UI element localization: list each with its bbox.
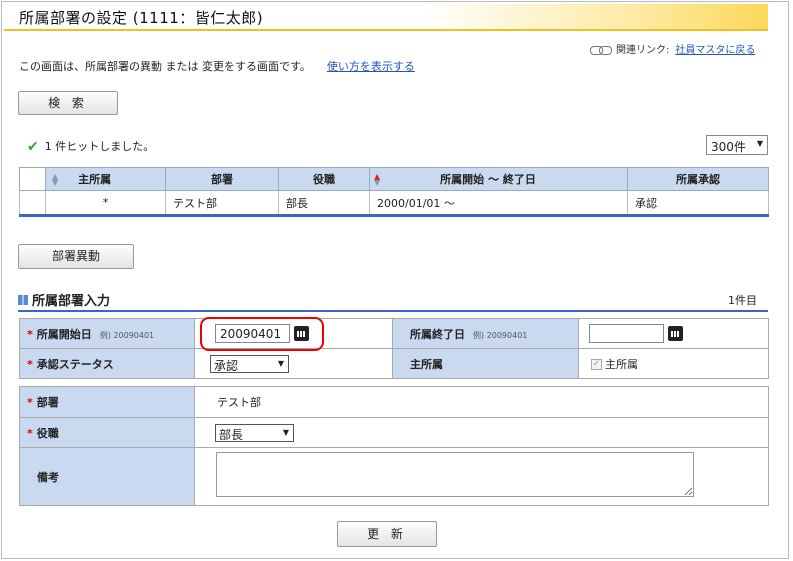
- main-dept-cell: ✓ 主所属: [578, 348, 769, 379]
- cell-period: 2000/01/01 〜: [369, 190, 628, 217]
- period-form-table: * 所属開始日 例) 20090401 20090401 所属終了日 例) 20090…: [19, 318, 769, 379]
- per-page-value: 300件: [711, 140, 746, 154]
- page-title: 所属部署の設定 (1111：皆仁太郎): [19, 9, 264, 27]
- select-column-header: [19, 167, 46, 191]
- status-select[interactable]: 承認 ▼: [210, 354, 289, 373]
- related-links: 関連リンク: 社員マスタに戻る: [590, 41, 755, 56]
- main-dept-label: 主所属: [392, 348, 579, 379]
- cell-main: *: [45, 190, 166, 217]
- status-label: * 承認ステータス: [19, 348, 195, 379]
- form-row-start: * 所属開始日 例) 20090401 20090401 所属終了日 例) 20090…: [19, 318, 769, 349]
- link-chain-icon: [590, 46, 612, 55]
- section-grid-icon: [18, 295, 28, 305]
- column-header-period[interactable]: ▲ ▼ 所属開始 〜 終了日: [369, 167, 628, 191]
- transfer-dept-button[interactable]: 部署異動: [18, 244, 134, 269]
- show-help-link[interactable]: 使い方を表示する: [327, 60, 415, 73]
- cell-dept: テスト部: [165, 190, 279, 217]
- column-header-approval: 所属承認: [627, 167, 769, 191]
- sort-active-icon: ▲ ▼: [374, 172, 381, 187]
- page-description: この画面は、所属部署の異動 または 変更をする画面です。 使い方を表示する: [19, 58, 415, 74]
- end-date-cell: [578, 318, 769, 349]
- hit-count: ✔ 1 件ヒットしました。: [27, 138, 154, 155]
- column-header-main[interactable]: ▲ ▼ 主所属: [45, 167, 166, 191]
- form-row-post: * 役職 部長 ▼: [19, 417, 769, 448]
- back-to-employee-master-link[interactable]: 社員マスタに戻る: [675, 45, 755, 56]
- related-label: 関連リンク:: [616, 45, 670, 56]
- description-text: この画面は、所属部署の異動 または 変更をする画面です。: [19, 60, 311, 73]
- status-cell: 承認 ▼: [194, 348, 393, 379]
- calendar-icon[interactable]: [668, 326, 683, 341]
- dropdown-arrow-icon: ▼: [756, 139, 763, 148]
- dropdown-arrow-icon: ▼: [282, 427, 289, 437]
- section-divider: [18, 310, 768, 312]
- main-dept-checkbox[interactable]: ✓: [591, 359, 602, 370]
- dept-label: * 部署: [19, 386, 195, 418]
- note-label: 備考: [19, 447, 195, 506]
- dropdown-arrow-icon: ▼: [277, 358, 284, 368]
- cell-post: 部長: [278, 190, 370, 217]
- highlight-annotation: [200, 317, 324, 351]
- column-header-post: 役職: [278, 167, 370, 191]
- post-cell: 部長 ▼: [194, 417, 769, 448]
- form-row-status: * 承認ステータス 承認 ▼ 主所属 ✓ 主所属: [19, 348, 769, 379]
- post-label: * 役職: [19, 417, 195, 448]
- note-textarea[interactable]: [216, 452, 694, 497]
- cell-approval: 承認: [627, 190, 769, 217]
- check-icon: ✔: [27, 139, 39, 155]
- row-select-cell[interactable]: [19, 190, 46, 217]
- table-row[interactable]: * テスト部 部長 2000/01/01 〜 承認: [19, 190, 769, 217]
- start-date-label: * 所属開始日 例) 20090401: [19, 318, 195, 349]
- sort-icon: ▲ ▼: [52, 172, 59, 187]
- search-button[interactable]: 検 索: [18, 91, 118, 115]
- update-button[interactable]: 更 新: [337, 521, 437, 547]
- end-date-input[interactable]: [589, 324, 664, 343]
- title-bar: 所属部署の設定 (1111：皆仁太郎): [4, 4, 768, 31]
- table-header-row: ▲ ▼ 主所属 部署 役職 ▲ ▼ 所属開始 〜 終了日 所属承認: [19, 167, 769, 191]
- main-dept-checkbox-label: 主所属: [605, 357, 638, 371]
- record-count: 1件目: [728, 294, 757, 307]
- dept-value: テスト部: [194, 386, 769, 418]
- per-page-select[interactable]: 300件 ▼: [706, 135, 768, 155]
- section-title: 所属部署入力: [18, 290, 110, 309]
- column-header-dept: 部署: [165, 167, 279, 191]
- end-date-label: 所属終了日 例) 20090401: [392, 318, 579, 349]
- post-select[interactable]: 部長 ▼: [215, 423, 294, 442]
- results-table: ▲ ▼ 主所属 部署 役職 ▲ ▼ 所属開始 〜 終了日 所属承認 * テスト部 部長 …: [19, 167, 769, 217]
- hit-text: 1 件ヒットしました。: [44, 140, 155, 153]
- form-row-dept: * 部署 テスト部: [19, 386, 769, 418]
